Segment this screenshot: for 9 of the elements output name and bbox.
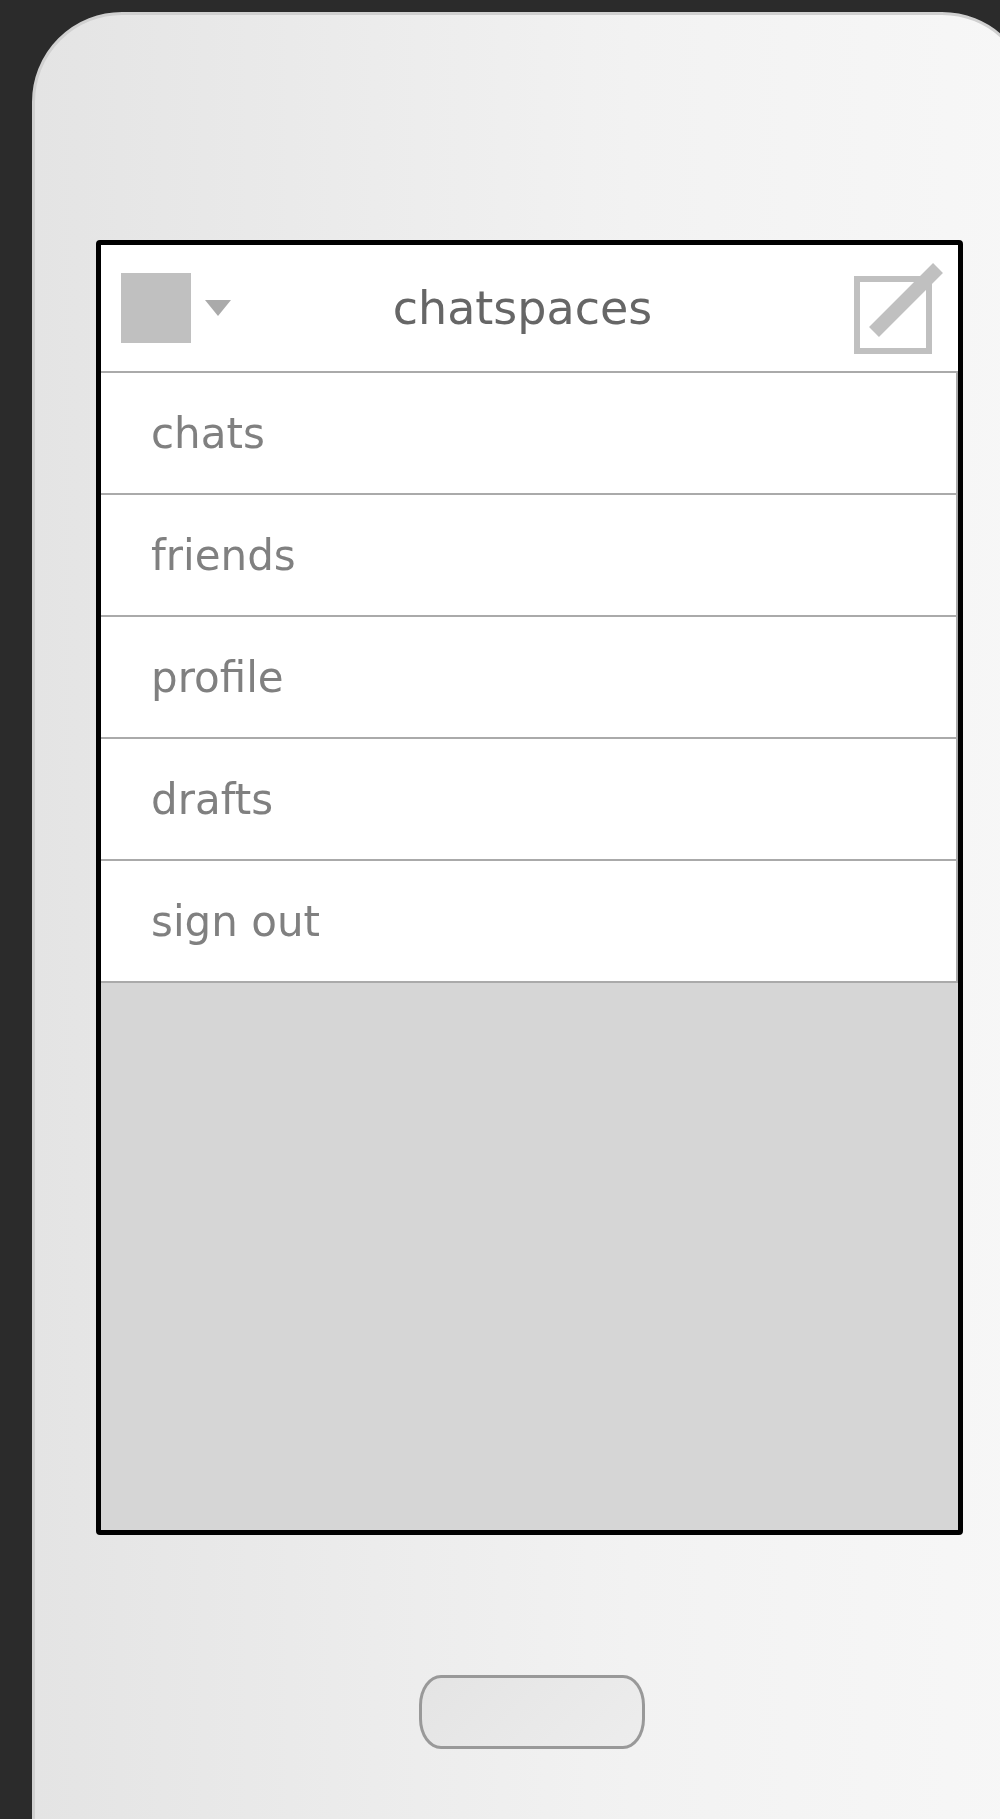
compose-icon[interactable] — [854, 262, 946, 354]
menu-item[interactable]: drafts — [101, 739, 958, 861]
menu-item[interactable]: friends — [101, 495, 958, 617]
menu-item[interactable]: sign out — [101, 861, 958, 983]
caret-icon[interactable] — [205, 300, 231, 316]
home-button[interactable] — [419, 1675, 645, 1749]
app-title: chatspaces — [391, 281, 654, 335]
menu-item[interactable]: profile — [101, 617, 958, 739]
menu-item[interactable]: chats — [101, 373, 958, 495]
